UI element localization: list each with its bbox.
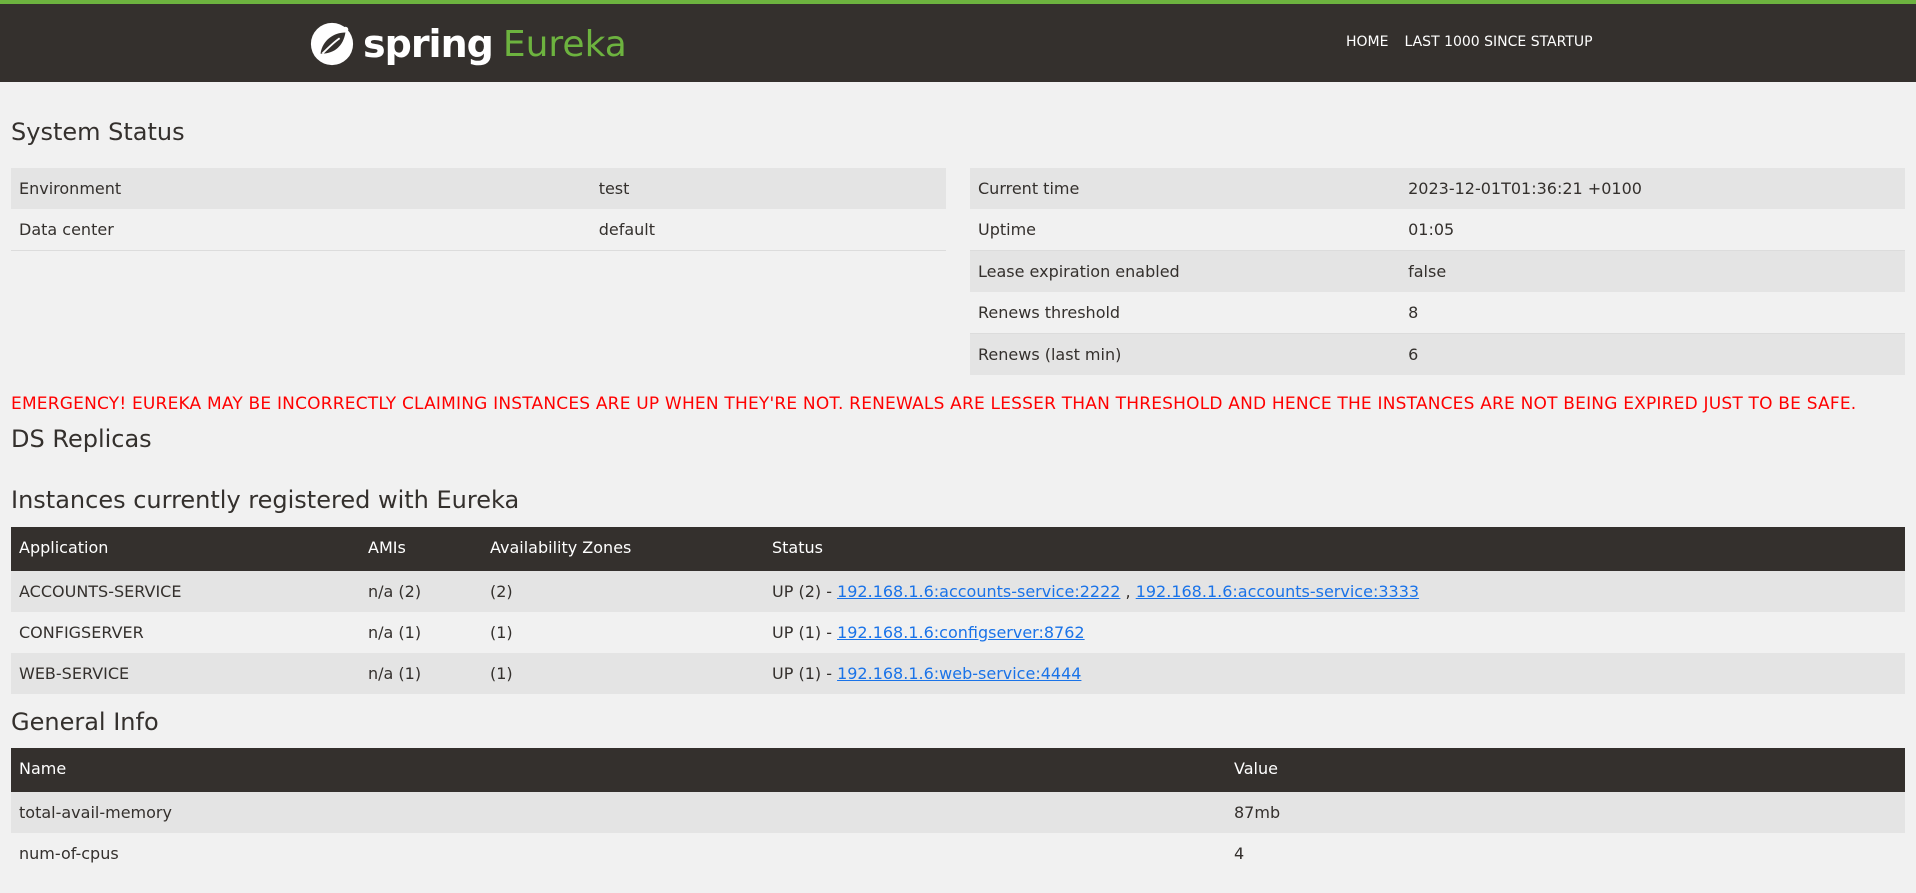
top-navbar: spring Eureka HOME LAST 1000 SINCE START… (0, 0, 1916, 82)
uptime-value: 01:05 (1400, 209, 1905, 251)
ds-replicas-title: DS Replicas (11, 425, 152, 453)
brand-spring-text: spring (363, 22, 494, 66)
col-status: Status (764, 527, 1905, 571)
current-time-key: Current time (970, 168, 1401, 209)
table-row: Uptime 01:05 (970, 209, 1905, 251)
app-name: ACCOUNTS-SERVICE (11, 569, 360, 612)
col-application: Application (11, 527, 360, 571)
info-name: total-avail-memory (11, 790, 1226, 833)
table-row: Renews (last min) 6 (970, 333, 1905, 375)
app-amis: n/a (1) (360, 612, 482, 653)
table-row: CONFIGSERVER n/a (1) (1) UP (1) - 192.16… (11, 612, 1905, 653)
app-zones: (1) (482, 653, 764, 694)
app-status: UP (1) - 192.168.1.6:configserver:8762 (764, 612, 1905, 653)
app-status: UP (1) - 192.168.1.6:web-service:4444 (764, 653, 1905, 694)
app-amis: n/a (1) (360, 653, 482, 694)
system-status-left-table: Environment test Data center default (11, 168, 946, 251)
table-row: Environment test (11, 168, 946, 209)
col-name: Name (11, 748, 1226, 792)
status-prefix: UP (1) - (772, 664, 838, 683)
system-status-grid: Environment test Data center default Cur… (11, 168, 1905, 375)
col-amis: AMIs (360, 527, 482, 571)
link-separator: , (1125, 582, 1136, 601)
table-row: num-of-cpus 4 (11, 833, 1905, 874)
table-header-row: Application AMIs Availability Zones Stat… (11, 527, 1905, 571)
env-value: test (590, 168, 946, 209)
table-row: Data center default (11, 209, 946, 251)
col-zones: Availability Zones (482, 527, 764, 571)
status-prefix: UP (1) - (772, 623, 838, 642)
info-value: 4 (1226, 833, 1905, 874)
renews-threshold-value: 8 (1400, 292, 1905, 334)
datacenter-value: default (590, 209, 946, 251)
app-status: UP (2) - 192.168.1.6:accounts-service:22… (764, 569, 1905, 612)
instance-link[interactable]: 192.168.1.6:accounts-service:2222 (837, 582, 1120, 601)
instances-table: Application AMIs Availability Zones Stat… (11, 527, 1905, 694)
instance-link[interactable]: 192.168.1.6:configserver:8762 (837, 623, 1085, 642)
renews-last-min-value: 6 (1400, 333, 1905, 375)
table-row: Current time 2023-12-01T01:36:21 +0100 (970, 168, 1905, 209)
col-value: Value (1226, 748, 1905, 792)
env-key: Environment (11, 168, 591, 209)
spring-leaf-icon (310, 22, 354, 66)
renews-last-min-key: Renews (last min) (970, 333, 1401, 375)
system-status-right-table: Current time 2023-12-01T01:36:21 +0100 U… (970, 168, 1905, 375)
nav-last-1000-link[interactable]: LAST 1000 SINCE STARTUP (1404, 34, 1592, 50)
main-content: System Status Environment test Data cent… (0, 82, 1916, 874)
lease-expiration-key: Lease expiration enabled (970, 250, 1401, 292)
app-amis: n/a (2) (360, 569, 482, 612)
app-name: CONFIGSERVER (11, 612, 360, 653)
current-time-value: 2023-12-01T01:36:21 +0100 (1400, 168, 1905, 209)
table-row: Renews threshold 8 (970, 292, 1905, 334)
brand-link[interactable]: spring Eureka (309, 18, 627, 70)
table-row: total-avail-memory 87mb (11, 790, 1905, 833)
table-row: Lease expiration enabled false (970, 250, 1905, 292)
app-name: WEB-SERVICE (11, 653, 360, 694)
top-nav: HOME LAST 1000 SINCE STARTUP (1346, 34, 1609, 50)
table-row: WEB-SERVICE n/a (1) (1) UP (1) - 192.168… (11, 653, 1905, 694)
general-info-title: General Info (11, 708, 159, 736)
system-status-title: System Status (11, 118, 185, 146)
table-row: ACCOUNTS-SERVICE n/a (2) (2) UP (2) - 19… (11, 569, 1905, 612)
status-prefix: UP (2) - (772, 582, 838, 601)
datacenter-key: Data center (11, 209, 591, 251)
brand-eureka-text: Eureka (502, 23, 627, 65)
table-header-row: Name Value (11, 748, 1905, 792)
uptime-key: Uptime (970, 209, 1401, 251)
lease-expiration-value: false (1400, 250, 1905, 292)
renews-threshold-key: Renews threshold (970, 292, 1401, 334)
nav-home-link[interactable]: HOME (1346, 34, 1388, 50)
instances-title: Instances currently registered with Eure… (11, 486, 520, 514)
instance-link[interactable]: 192.168.1.6:web-service:4444 (837, 664, 1081, 683)
info-value: 87mb (1226, 790, 1905, 833)
general-info-table: Name Value total-avail-memory 87mb num-o… (11, 748, 1905, 874)
app-zones: (1) (482, 612, 764, 653)
info-name: num-of-cpus (11, 833, 1226, 874)
app-zones: (2) (482, 569, 764, 612)
instance-link[interactable]: 192.168.1.6:accounts-service:3333 (1136, 582, 1419, 601)
emergency-warning: EMERGENCY! EUREKA MAY BE INCORRECTLY CLA… (11, 394, 1857, 414)
